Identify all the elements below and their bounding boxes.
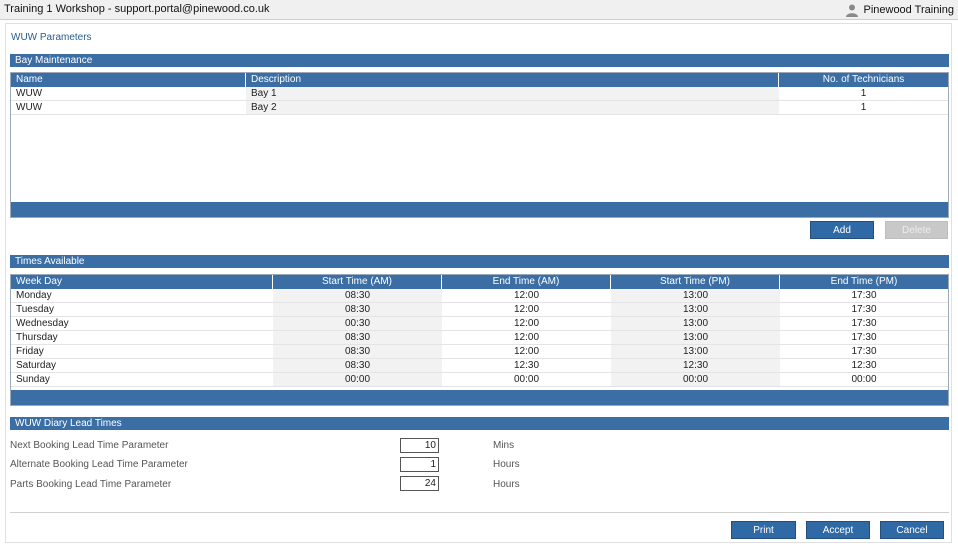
cell-technicians: 1 [860,102,867,113]
cell-end-pm: 17:30 [851,290,877,301]
cell-end-am: 00:00 [513,374,540,385]
cell-week-day: Thursday [16,332,58,343]
cell-start-pm: 13:00 [611,331,780,344]
accept-button[interactable]: Accept [806,521,870,539]
cell-end-pm: 17:30 [851,304,877,315]
cell-start-pm: 12:30 [611,359,780,372]
column-header-description[interactable]: Description [246,73,779,87]
cell-end-pm: 00:00 [851,374,877,385]
user-icon [846,4,859,17]
cell-start-pm: 13:00 [611,345,780,358]
cell-start-am: 08:30 [273,303,442,316]
cell-end-am: 12:30 [513,360,540,371]
table-row[interactable]: Sunday 00:00 00:00 00:00 00:00 [11,373,948,387]
cell-week-day: Sunday [16,374,50,385]
cell-start-am: 00:00 [273,373,442,386]
add-button[interactable]: Add [810,221,874,239]
next-booking-input[interactable]: 10 [400,438,439,453]
table-row[interactable]: Tuesday 08:30 12:00 13:00 17:30 [11,303,948,317]
cell-end-pm: 17:30 [851,318,877,329]
grid-header: Week Day Start Time (AM) End Time (AM) S… [11,275,948,289]
times-available-grid: Week Day Start Time (AM) End Time (AM) S… [10,274,949,406]
cell-week-day: Saturday [16,360,57,371]
cell-week-day: Monday [16,290,52,301]
cell-name: WUW [16,102,43,113]
column-header-start-am[interactable]: Start Time (AM) [273,275,442,289]
bay-maintenance-grid: Name Description No. of Technicians WUW … [10,72,949,218]
times-available-header: Times Available [10,255,949,268]
table-row[interactable]: WUW Bay 2 1 [11,101,948,115]
app-title: Training 1 Workshop - support.portal@pin… [4,3,270,15]
column-header-end-am[interactable]: End Time (AM) [442,275,611,289]
column-header-technicians[interactable]: No. of Technicians [779,73,948,87]
print-button[interactable]: Print [731,521,796,539]
cell-start-pm: 13:00 [611,289,780,302]
table-row[interactable]: Friday 08:30 12:00 13:00 17:30 [11,345,948,359]
user-name: Pinewood Training [863,4,954,16]
cell-start-am: 08:30 [273,345,442,358]
cell-week-day: Friday [16,346,44,357]
delete-button[interactable]: Delete [885,221,948,239]
times-body: Monday 08:30 12:00 13:00 17:30 Tuesday 08:30 12… [11,289,948,387]
cell-end-am: 12:00 [513,346,540,357]
table-row[interactable]: Thursday 08:30 12:00 13:00 17:30 [11,331,948,345]
grid-header: Name Description No. of Technicians [11,73,948,87]
column-header-end-pm[interactable]: End Time (PM) [780,275,948,289]
next-booking-unit: Mins [493,440,515,451]
grid-footer [11,202,948,217]
alternate-booking-unit: Hours [493,459,520,470]
parts-booking-input[interactable]: 24 [400,476,439,491]
parts-booking-label: Parts Booking Lead Time Parameter [10,479,172,490]
alternate-booking-input[interactable]: 1 [400,457,439,472]
cell-end-am: 12:00 [513,304,540,315]
cell-technicians: 1 [860,88,867,99]
grid-footer [11,390,948,405]
cell-description: Bay 1 [246,87,779,100]
cell-end-pm: 17:30 [851,332,877,343]
column-header-name[interactable]: Name [11,73,246,87]
column-header-week-day[interactable]: Week Day [11,275,273,289]
cell-end-am: 12:00 [513,318,540,329]
cell-start-pm: 00:00 [611,373,780,386]
cell-end-pm: 12:30 [851,360,877,371]
cell-start-am: 08:30 [273,359,442,372]
table-row[interactable]: Wednesday 00:30 12:00 13:00 17:30 [11,317,948,331]
cell-end-am: 12:00 [513,290,540,301]
cell-week-day: Wednesday [16,318,69,329]
cell-name: WUW [16,88,43,99]
alternate-booking-label: Alternate Booking Lead Time Parameter [10,459,188,470]
bay-maintenance-header: Bay Maintenance [10,54,949,67]
cancel-button[interactable]: Cancel [880,521,944,539]
cell-start-am: 08:30 [273,289,442,302]
cell-end-pm: 17:30 [851,346,877,357]
cell-start-pm: 13:00 [611,317,780,330]
user-menu[interactable]: Pinewood Training [845,3,954,17]
cell-week-day: Tuesday [16,304,54,315]
cell-start-am: 00:30 [273,317,442,330]
footer-divider [10,512,949,513]
parts-booking-unit: Hours [493,479,520,490]
cell-end-am: 12:00 [513,332,540,343]
table-row[interactable]: Saturday 08:30 12:30 12:30 12:30 [11,359,948,373]
next-booking-label: Next Booking Lead Time Parameter [10,440,169,451]
cell-start-pm: 13:00 [611,303,780,316]
column-header-start-pm[interactable]: Start Time (PM) [611,275,780,289]
cell-start-am: 08:30 [273,331,442,344]
table-row[interactable]: Monday 08:30 12:00 13:00 17:30 [11,289,948,303]
title-bar: Training 1 Workshop - support.portal@pin… [0,0,958,20]
lead-times-header: WUW Diary Lead Times [10,417,949,430]
cell-description: Bay 2 [246,101,779,114]
table-row[interactable]: WUW Bay 1 1 [11,87,948,101]
page-title: WUW Parameters [11,32,92,43]
